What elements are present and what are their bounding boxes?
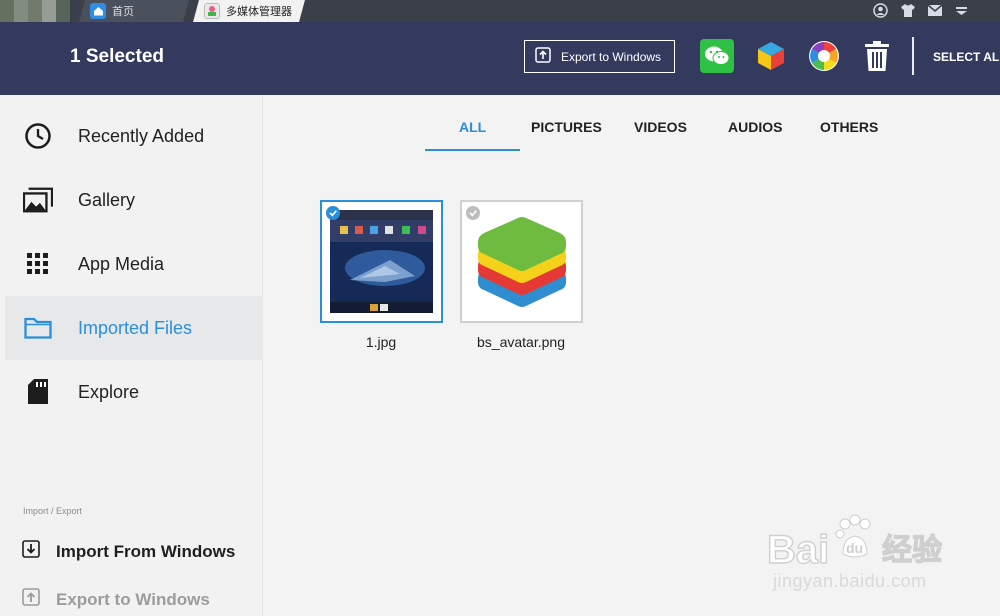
export-label: Export to Windows xyxy=(56,589,210,609)
export-icon xyxy=(22,588,40,611)
tab-home[interactable]: 首页 xyxy=(79,0,189,22)
sidebar-item-label: Recently Added xyxy=(78,125,205,146)
clock-icon xyxy=(23,121,53,151)
window-titlebar: 首页 多媒体管理器 xyxy=(0,0,1000,22)
sidebar-item-recently-added[interactable]: Recently Added xyxy=(5,104,263,168)
sidebar-item-label: Gallery xyxy=(78,189,136,210)
select-all-button[interactable]: SELECT ALL xyxy=(933,50,1000,64)
color-wheel-icon[interactable] xyxy=(807,39,841,73)
checkbox-checked-icon[interactable] xyxy=(326,206,340,220)
checkbox-unchecked-icon[interactable] xyxy=(466,206,480,220)
tab-audios[interactable]: AUDIOS xyxy=(728,119,782,135)
file-name: bs_avatar.png xyxy=(477,334,565,350)
sidebar-item-explore[interactable]: Explore xyxy=(5,360,263,424)
gallery-icon xyxy=(23,185,53,215)
export-button-label: Export to Windows xyxy=(561,49,662,64)
import-from-windows-button[interactable]: Import From Windows xyxy=(22,540,235,563)
sidebar-item-label: Explore xyxy=(78,381,140,402)
import-label: Import From Windows xyxy=(56,541,236,561)
bluestacks-logo-preview xyxy=(470,210,573,313)
mail-icon[interactable] xyxy=(926,2,943,19)
trash-icon[interactable] xyxy=(860,39,894,73)
category-tabs: ALL PICTURES VIDEOS AUDIOS OTHERS xyxy=(263,95,1000,155)
tab-pictures[interactable]: PICTURES xyxy=(531,119,602,135)
tab-all[interactable]: ALL xyxy=(459,119,486,135)
tab-media-manager[interactable]: 多媒体管理器 xyxy=(193,0,305,22)
watermark-url: jingyan.baidu.com xyxy=(773,571,927,591)
wechat-icon[interactable] xyxy=(700,39,734,73)
home-icon xyxy=(90,3,106,19)
export-icon xyxy=(535,47,551,66)
sidebar-item-label: Imported Files xyxy=(78,317,193,338)
sd-card-icon xyxy=(23,377,53,407)
file-name: 1.jpg xyxy=(365,334,397,350)
account-icon[interactable] xyxy=(872,2,889,19)
folder-icon xyxy=(23,313,53,343)
sidebar-item-label: App Media xyxy=(78,253,165,274)
import-icon xyxy=(22,540,40,563)
export-to-windows-button[interactable]: Export to Windows xyxy=(524,40,675,73)
sidebar-item-gallery[interactable]: Gallery xyxy=(5,168,263,232)
shirt-icon[interactable] xyxy=(899,2,916,19)
export-to-windows-sidebar-button[interactable]: Export to Windows xyxy=(22,588,210,611)
tab-videos[interactable]: VIDEOS xyxy=(634,119,687,135)
import-export-heading: Import / Export xyxy=(23,506,83,516)
cube-app-icon[interactable] xyxy=(754,39,788,73)
active-tab-indicator xyxy=(425,149,520,151)
blurred-region xyxy=(0,0,70,22)
selection-count-title: 1 Selected xyxy=(70,46,164,67)
screenshot-preview xyxy=(330,210,433,313)
tab-home-label: 首页 xyxy=(112,5,134,18)
media-manager-icon xyxy=(204,3,220,19)
main-content: ALL PICTURES VIDEOS AUDIOS OTHERS 1.jpg … xyxy=(263,95,1000,616)
sidebar-item-app-media[interactable]: App Media xyxy=(5,232,263,296)
sidebar: Recently Added Gallery App Media Importe… xyxy=(0,95,263,616)
file-thumbnail[interactable] xyxy=(460,200,583,323)
tab-media-label: 多媒体管理器 xyxy=(226,5,292,18)
dropdown-icon[interactable] xyxy=(953,2,970,19)
header-divider xyxy=(912,37,914,75)
tab-others[interactable]: OTHERS xyxy=(820,119,878,135)
sidebar-item-imported-files[interactable]: Imported Files xyxy=(5,296,263,360)
selection-header: 1 Selected Export to Windows SELECT ALL xyxy=(0,22,1000,95)
grid-icon xyxy=(23,249,53,279)
file-thumbnail[interactable] xyxy=(320,200,443,323)
